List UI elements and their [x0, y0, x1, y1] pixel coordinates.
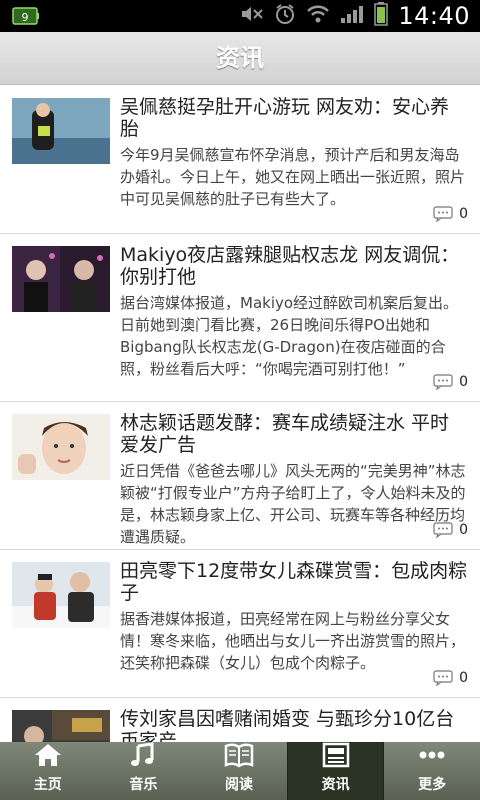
nav-label: 阅读 [224, 777, 253, 793]
article-summary: 据香港媒体报道，田亮经常在网上与粉丝分享父女情！寒冬来临，他晒出与女儿一齐出游赏… [120, 610, 466, 672]
comment-count-value: 0 [459, 522, 468, 538]
comment-icon [433, 374, 453, 390]
battery-widget-icon: 9 [12, 6, 40, 26]
nav-label: 音乐 [129, 777, 158, 793]
battery-icon [374, 2, 389, 30]
nav-item-news[interactable]: 资讯 [286, 742, 385, 800]
music-note-icon [131, 742, 154, 766]
article-item[interactable]: Makiyo夜店露辣腿贴权志龙 网友调侃：你别打他 据台湾媒体报道，Makiyo… [0, 234, 480, 402]
comment-count-value: 0 [459, 374, 468, 390]
wifi-icon [306, 4, 330, 28]
nav-item-home[interactable]: 主页 [0, 742, 96, 800]
article-list[interactable]: 吴佩慈挺孕肚开心游玩 网友劝：安心养胎 今年9月吴佩慈宣布怀孕消息，预计产后和男… [0, 86, 480, 742]
nav-item-music[interactable]: 音乐 [96, 742, 192, 800]
article-summary: 今年9月吴佩慈宣布怀孕消息，预计产后和男友海岛办婚礼。今日上午，她又在网上晒出一… [120, 146, 466, 208]
page-title: 资讯 [216, 44, 264, 72]
comment-count[interactable]: 0 [433, 206, 468, 222]
signal-icon [340, 4, 364, 28]
article-item[interactable]: 传刘家昌因嗜赌闹婚变 与甄珍分10亿台币家产 [0, 698, 480, 742]
article-summary: 近日凭借《爸爸去哪儿》风头无两的“完美男神”林志颖被“打假专业户”方舟子给盯上了… [120, 462, 466, 546]
mute-icon [240, 4, 264, 28]
nav-label: 资讯 [321, 777, 350, 793]
article-item[interactable]: 吴佩慈挺孕肚开心游玩 网友劝：安心养胎 今年9月吴佩慈宣布怀孕消息，预计产后和男… [0, 86, 480, 234]
comment-icon [433, 206, 453, 222]
article-thumbnail [12, 562, 110, 628]
nav-item-more[interactable]: 更多 [384, 742, 480, 800]
article-thumbnail [12, 414, 110, 480]
article-title: 吴佩慈挺孕肚开心游玩 网友劝：安心养胎 [120, 96, 450, 140]
article-thumbnail [12, 98, 110, 164]
more-dots-icon [419, 751, 445, 759]
article-thumbnail [12, 246, 110, 312]
article-thumbnail [12, 710, 110, 742]
article-title: 田亮零下12度带女儿森碟赏雪：包成肉粽子 [120, 560, 468, 604]
clock-time: 14:40 [398, 2, 470, 30]
comment-count-value: 0 [459, 670, 468, 686]
home-icon [34, 744, 61, 766]
news-icon [322, 742, 349, 768]
article-title: 传刘家昌因嗜赌闹婚变 与甄珍分10亿台币家产 [120, 708, 455, 742]
app-header: 资讯 [0, 32, 480, 85]
article-item[interactable]: 田亮零下12度带女儿森碟赏雪：包成肉粽子 据香港媒体报道，田亮经常在网上与粉丝分… [0, 550, 480, 698]
status-bar: 9 14:40 [0, 0, 480, 32]
comment-count-value: 0 [459, 206, 468, 222]
article-title: 林志颖话题发酵：赛车成绩疑注水 平时爱发广告 [120, 412, 450, 456]
article-summary: 据台湾媒体报道，Makiyo经过醉欧司机案后复出。日前她到澳门看比赛，26日晚间… [120, 294, 459, 378]
comment-icon [433, 670, 453, 686]
book-icon [224, 743, 254, 768]
svg-text:9: 9 [22, 11, 29, 24]
bottom-nav: 主页 音乐 阅读 资讯 更多 [0, 742, 480, 800]
comment-count[interactable]: 0 [433, 670, 468, 686]
article-item[interactable]: 林志颖话题发酵：赛车成绩疑注水 平时爱发广告 近日凭借《爸爸去哪儿》风头无两的“… [0, 402, 480, 550]
nav-label: 主页 [33, 777, 62, 793]
alarm-icon [274, 3, 296, 29]
article-title: Makiyo夜店露辣腿贴权志龙 网友调侃：你别打他 [120, 244, 460, 288]
nav-label: 更多 [418, 777, 447, 793]
comment-count[interactable]: 0 [433, 374, 468, 390]
comment-count[interactable]: 0 [433, 522, 468, 538]
nav-item-reading[interactable]: 阅读 [191, 742, 287, 800]
comment-icon [433, 522, 453, 538]
